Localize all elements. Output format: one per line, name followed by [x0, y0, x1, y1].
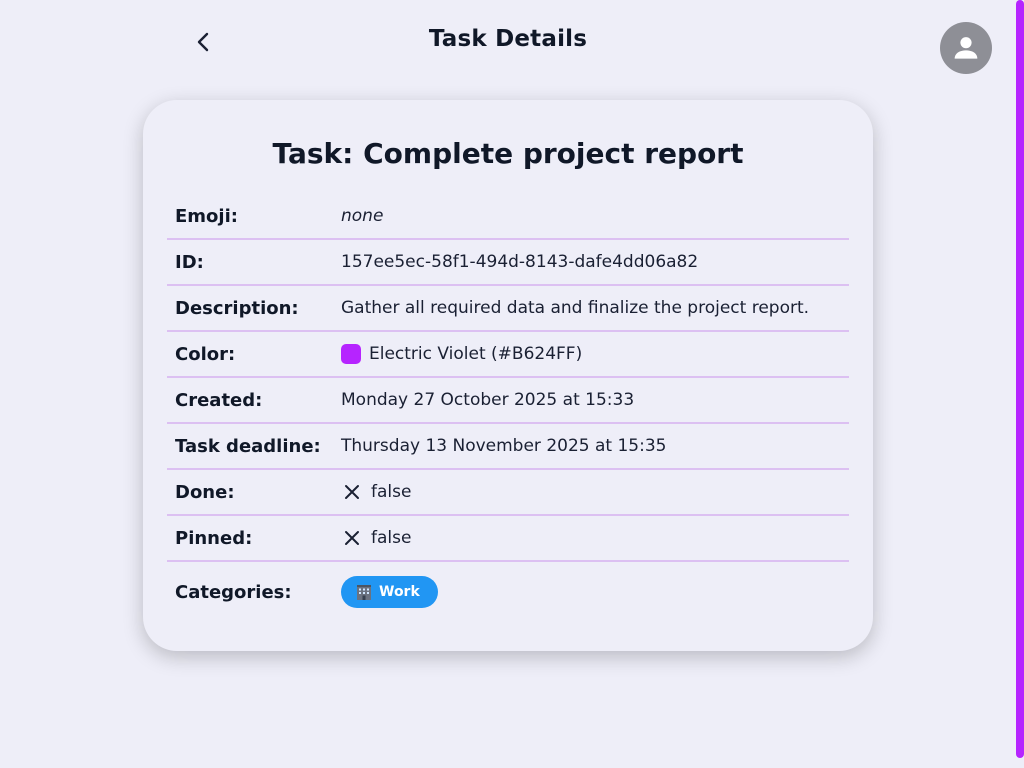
detail-row-created: Created: Monday 27 October 2025 at 15:33 — [167, 378, 849, 424]
pinned-label: Pinned: — [175, 527, 253, 549]
detail-row-color: Color: Electric Violet (#B624FF) — [167, 332, 849, 378]
detail-row-id: ID: 157ee5ec-58f1-494d-8143-dafe4dd06a82 — [167, 240, 849, 286]
task-details-page: Task Details Task: Complete project repo… — [0, 0, 1024, 768]
color-value: Electric Violet (#B624FF) — [369, 344, 583, 364]
emoji-value: none — [341, 206, 384, 226]
detail-row-pinned: Pinned: false — [167, 516, 849, 562]
detail-row-done: Done: false — [167, 470, 849, 516]
id-label: ID: — [175, 251, 204, 273]
done-value-container: false — [341, 481, 411, 503]
deadline-value: Thursday 13 November 2025 at 15:35 — [341, 436, 667, 456]
categories-list: Work — [341, 576, 438, 608]
detail-row-emoji: Emoji: none — [167, 194, 849, 240]
categories-label: Categories: — [175, 581, 292, 603]
detail-row-deadline: Task deadline: Thursday 13 November 2025… — [167, 424, 849, 470]
office-building-icon — [355, 583, 373, 601]
description-value: Gather all required data and finalize th… — [341, 298, 810, 318]
pinned-value: false — [371, 528, 412, 548]
color-label: Color: — [175, 343, 236, 365]
color-swatch — [341, 344, 361, 364]
category-chip-work[interactable]: Work — [341, 576, 438, 608]
id-value: 157ee5ec-58f1-494d-8143-dafe4dd06a82 — [341, 252, 699, 272]
created-value: Monday 27 October 2025 at 15:33 — [341, 390, 635, 410]
done-value: false — [371, 482, 412, 502]
avatar-button[interactable] — [940, 22, 992, 74]
task-details-card: Task: Complete project report Emoji: non… — [143, 100, 873, 651]
done-label: Done: — [175, 481, 235, 503]
category-chip-label: Work — [379, 584, 420, 600]
close-icon — [341, 527, 363, 549]
emoji-label: Emoji: — [175, 205, 238, 227]
page-title: Task Details — [428, 26, 588, 52]
person-icon — [954, 37, 978, 59]
pinned-value-container: false — [341, 527, 411, 549]
description-label: Description: — [175, 297, 299, 319]
close-icon — [341, 481, 363, 503]
color-value-container: Electric Violet (#B624FF) — [341, 344, 582, 364]
detail-row-description: Description: Gather all required data an… — [167, 286, 849, 332]
created-label: Created: — [175, 389, 263, 411]
details-list: Emoji: none ID: 157ee5ec-58f1-494d-8143-… — [167, 194, 849, 622]
detail-row-categories: Categories: Work — [167, 562, 849, 622]
task-title: Task: Complete project report — [272, 137, 744, 170]
scrollbar[interactable] — [1016, 0, 1024, 758]
deadline-label: Task deadline: — [175, 435, 321, 457]
